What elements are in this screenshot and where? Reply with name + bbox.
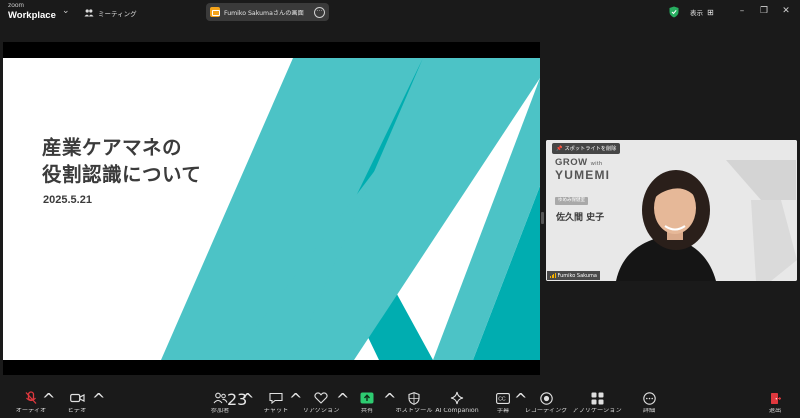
share-banner-text: Fumiko Sakumaさんの画面 (224, 9, 304, 17)
participant-name: Fumiko Sakuma (557, 272, 597, 279)
minimize-button[interactable]: – (734, 4, 750, 18)
host-shield-icon (408, 391, 420, 405)
participant-video-tile[interactable]: 📌 スポットライトを削除 GROW with YUMEMI ゆめみ保健室 佐久間… (546, 140, 797, 281)
participants-icon (213, 392, 227, 404)
slide-title-line-1: 産業ケアマネの (42, 136, 183, 159)
apps-button[interactable]: アプリケーション (568, 390, 626, 418)
app-logo: zoom Workplace (8, 2, 56, 21)
video-button[interactable]: ビデオ (60, 390, 94, 418)
host-tools-label: ホストツール (395, 408, 433, 414)
reactions-button[interactable]: リアクション (302, 390, 340, 418)
people-icon (84, 9, 94, 17)
meeting-label: ミーティング (98, 10, 137, 18)
captions-icon: CC (496, 392, 510, 404)
video-label: ビデオ (67, 408, 87, 414)
slide-title-line-2: 役割認識について (42, 163, 202, 186)
virtual-background-name: 佐久間 史子 (556, 213, 605, 223)
logo-with-text: with (590, 161, 603, 167)
logo-grow-text: GROW (555, 157, 588, 168)
reactions-options-chevron-icon[interactable]: ^ (336, 390, 349, 418)
record-label: レコーディング (524, 408, 568, 414)
meeting-toolbar: オーディオ ^ ビデオ ^ 参加者 23 ^ チャット ^ リアクション ^ 共… (0, 390, 800, 418)
heart-icon (314, 392, 328, 404)
slide-title: 産業ケアマネの 役割認識について (42, 134, 201, 188)
chat-button[interactable]: チャット (260, 390, 292, 418)
view-menu-button[interactable]: 表示 ⊞ (690, 7, 714, 18)
background-logo-grow: GROW with (555, 157, 603, 168)
chat-label: チャット (263, 408, 289, 414)
audio-options-chevron-icon[interactable]: ^ (42, 390, 55, 418)
panel-resize-handle[interactable] (541, 212, 544, 224)
sparkle-icon (450, 391, 464, 405)
ai-companion-label: AI Companion (435, 408, 479, 414)
ai-companion-button[interactable]: AI Companion (435, 390, 479, 418)
shared-screen: 産業ケアマネの 役割認識について 2025.5.21 (3, 42, 540, 375)
meeting-menu-button[interactable]: ミーティング (84, 6, 137, 20)
apps-label: アプリケーション (572, 408, 622, 414)
camera-icon (69, 393, 85, 403)
security-shield-icon[interactable] (669, 6, 679, 18)
restore-button[interactable]: ❐ (756, 4, 772, 18)
reactions-label: リアクション (302, 408, 340, 414)
record-icon (539, 391, 553, 405)
brand-zoom-text: zoom (8, 2, 24, 9)
microphone-muted-icon (25, 391, 37, 404)
view-label: 表示 (690, 9, 703, 17)
remove-spotlight-label: スポットライトを削除 (564, 146, 617, 152)
participant-name-tag: Fumiko Sakuma (547, 271, 600, 280)
background-logo-yumemi: YUMEMI (555, 168, 611, 182)
svg-text:CC: CC (498, 396, 506, 402)
more-label: 詳細 (642, 408, 656, 414)
brand-workplace-text: Workplace (8, 9, 56, 21)
host-tools-button[interactable]: ホストツール (395, 390, 433, 418)
pin-icon: 📌 (556, 145, 563, 152)
chat-icon (269, 392, 283, 404)
slide-date: 2025.5.21 (43, 194, 92, 206)
captions-button[interactable]: CC 字幕 (490, 390, 516, 418)
chat-options-chevron-icon[interactable]: ^ (289, 390, 302, 418)
share-screen-icon (360, 392, 374, 404)
leave-button[interactable]: 退出 (762, 390, 788, 418)
captions-label: 字幕 (496, 408, 510, 414)
more-icon (642, 391, 656, 405)
more-options-icon[interactable]: ··· (314, 6, 325, 18)
presentation-slide: 産業ケアマネの 役割認識について 2025.5.21 (3, 58, 540, 360)
title-bar: zoom Workplace ⌄ ミーティング Fumiko Sakumaさんの… (0, 0, 800, 26)
more-button[interactable]: 詳細 (636, 390, 662, 418)
apps-grid-icon (591, 392, 603, 404)
presentation-app-icon (210, 7, 220, 17)
chevron-down-icon[interactable]: ⌄ (62, 6, 70, 16)
participants-options-chevron-icon[interactable]: ^ (241, 390, 254, 418)
screen-share-banner[interactable]: Fumiko Sakumaさんの画面 ··· (206, 3, 329, 21)
remove-spotlight-button[interactable]: 📌 スポットライトを削除 (552, 143, 621, 154)
share-options-chevron-icon[interactable]: ^ (383, 390, 396, 418)
leave-door-icon (771, 392, 781, 404)
leave-label: 退出 (768, 408, 782, 414)
slide-decoration (161, 58, 540, 360)
close-button[interactable]: ✕ (778, 4, 794, 18)
role-badge: ゆめみ保健室 (555, 197, 588, 205)
share-button[interactable]: 共有 (354, 390, 380, 418)
share-label: 共有 (360, 408, 374, 414)
view-grid-icon: ⊞ (707, 7, 714, 17)
video-options-chevron-icon[interactable]: ^ (92, 390, 105, 418)
record-button[interactable]: レコーディング (524, 390, 568, 418)
signal-strength-icon (550, 273, 556, 278)
